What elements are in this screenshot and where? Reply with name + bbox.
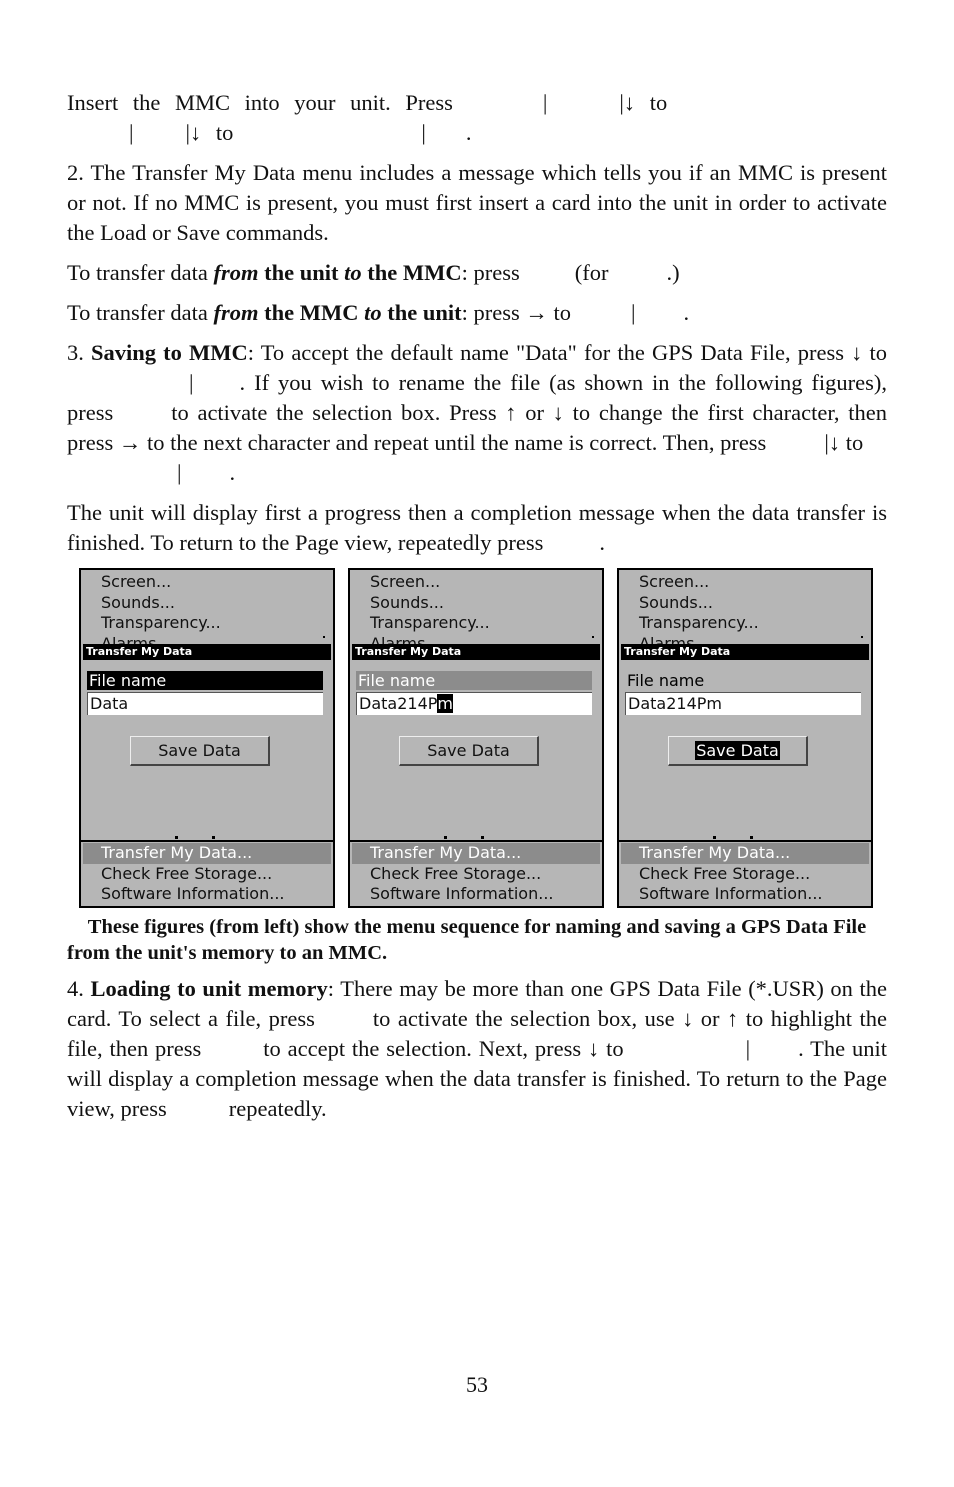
menu-item[interactable]: Transparency... — [370, 613, 490, 634]
file-name-input[interactable]: Data214Pm — [356, 692, 592, 715]
menu-item[interactable]: Check Free Storage... — [352, 864, 600, 885]
save-data-button[interactable]: Save Data — [668, 736, 808, 766]
device-screen-3: Screen... Sounds... Transparency... Alarms.… — [617, 568, 873, 908]
scroll-marker — [444, 836, 484, 839]
menu-item[interactable]: Check Free Storage... — [83, 864, 331, 885]
menu-item[interactable]: Sounds... — [639, 593, 759, 614]
menu-item[interactable]: Transparency... — [639, 613, 759, 634]
figure-row: Screen... Sounds... Transparency... Alarms.… — [79, 568, 887, 908]
divider — [350, 840, 602, 842]
text-cursor: m — [437, 694, 453, 713]
device-screen-2: Screen... Sounds... Transparency... Alarms.… — [348, 568, 604, 908]
menu-item[interactable]: Transfer My Data... — [83, 843, 331, 864]
file-name-label: File name — [627, 671, 705, 690]
paragraph-saving-to-mmc: 3. Saving to MMC: To accept the default … — [67, 340, 887, 485]
paragraph-loading-to-unit: 4. Loading to unit memory: There may be … — [67, 976, 888, 1121]
submenu-arrow-icon — [592, 636, 594, 638]
settings-menu-bottom: Transfer My Data... Check Free Storage...… — [83, 843, 331, 905]
file-name-input[interactable]: Data — [87, 692, 323, 715]
settings-menu-top: Screen... Sounds... Transparency... Alarms.… — [101, 572, 221, 646]
file-name-label: File name — [87, 671, 323, 690]
menu-item[interactable]: Sounds... — [101, 593, 221, 614]
settings-menu-top: Screen... Sounds... Transparency... Alarms.… — [639, 572, 759, 646]
menu-item[interactable]: Screen... — [639, 572, 759, 593]
settings-menu-top: Screen... Sounds... Transparency... Alarms.… — [370, 572, 490, 646]
page-number: 53 — [466, 1372, 488, 1397]
file-name-label: File name — [356, 671, 592, 690]
submenu-arrow-icon — [323, 636, 325, 638]
section-heading: Saving to MMC — [91, 340, 248, 365]
menu-item[interactable]: Transfer My Data... — [352, 843, 600, 864]
menu-item[interactable]: Sounds... — [370, 593, 490, 614]
paragraph-transfer-menu: 2. The Transfer My Data menu includes a … — [67, 160, 887, 245]
menu-item[interactable]: Software Information... — [352, 884, 600, 905]
transfer-dialog: File name Data214Pm Save Data — [350, 660, 602, 840]
menu-item[interactable]: Software Information... — [83, 884, 331, 905]
dialog-title: Transfer My Data — [352, 644, 600, 660]
dialog-title: Transfer My Data — [621, 644, 869, 660]
scroll-marker — [713, 836, 753, 839]
submenu-arrow-icon — [861, 636, 863, 638]
paragraph-completion: The unit will display first a progress t… — [67, 500, 887, 555]
divider — [81, 840, 333, 842]
save-data-button[interactable]: Save Data — [399, 736, 539, 766]
manual-page: Insert the MMC into your unit. Press | |↓ … — [67, 88, 887, 1124]
menu-item[interactable]: Transfer My Data... — [621, 843, 869, 864]
device-screen-1: Screen... Sounds... Transparency... Alarms.… — [79, 568, 335, 908]
dialog-title: Transfer My Data — [83, 644, 331, 660]
settings-menu-bottom: Transfer My Data... Check Free Storage...… — [621, 843, 869, 905]
menu-item[interactable]: Screen... — [370, 572, 490, 593]
figure-caption: These figures (from left) show the menu … — [67, 916, 867, 964]
transfer-dialog: File name Data Save Data — [81, 660, 333, 840]
divider — [619, 840, 871, 842]
paragraph-mmc-to-unit: To transfer data from the MMC to the uni… — [67, 300, 690, 325]
menu-item[interactable]: Check Free Storage... — [621, 864, 869, 885]
section-heading: Loading to unit memory — [90, 976, 328, 1001]
paragraph-unit-to-mmc: To transfer data from the unit to the MM… — [67, 260, 680, 285]
menu-item[interactable]: Screen... — [101, 572, 221, 593]
settings-menu-bottom: Transfer My Data... Check Free Storage...… — [352, 843, 600, 905]
transfer-dialog: File name Data214Pm Save Data — [619, 660, 871, 840]
save-data-button[interactable]: Save Data — [130, 736, 270, 766]
file-name-input[interactable]: Data214Pm — [625, 692, 861, 715]
paragraph-insert-mmc: Insert the MMC into your unit. Press | |↓ … — [67, 90, 668, 145]
menu-item[interactable]: Software Information... — [621, 884, 869, 905]
scroll-marker — [175, 836, 215, 839]
menu-item[interactable]: Transparency... — [101, 613, 221, 634]
